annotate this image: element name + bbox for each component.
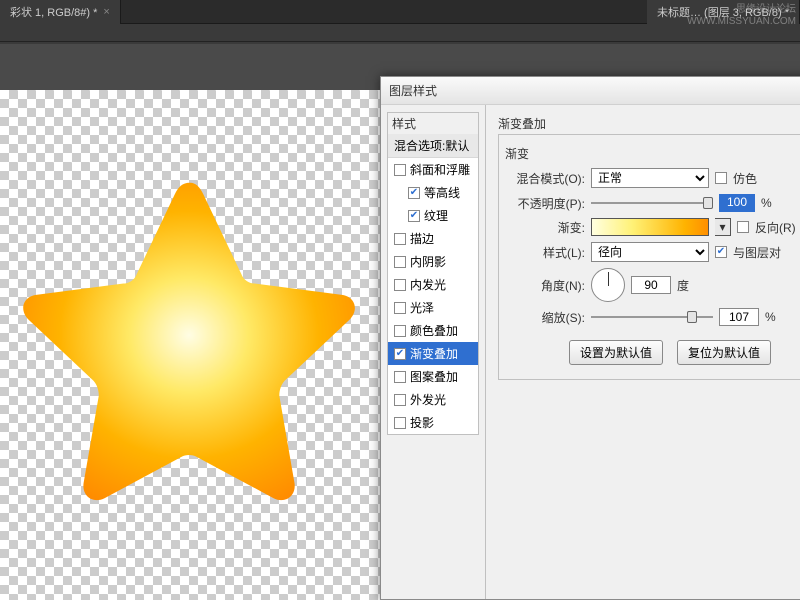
- options-bar: [0, 24, 800, 42]
- transparent-canvas[interactable]: [0, 90, 380, 600]
- checkbox[interactable]: [394, 256, 406, 268]
- style-label: 样式(L):: [507, 244, 585, 261]
- angle-value[interactable]: [631, 276, 671, 294]
- style-item-drop-shadow[interactable]: 投影: [388, 411, 478, 434]
- angle-unit: 度: [677, 277, 689, 294]
- checkbox[interactable]: [394, 394, 406, 406]
- blend-mode-label: 混合模式(O):: [507, 170, 585, 187]
- blending-options-item[interactable]: 混合选项:默认: [388, 134, 478, 158]
- document-tab-bar: 彩状 1, RGB/8#) * × 未标题… (图层 3, RGB/8) *: [0, 0, 800, 24]
- dialog-title: 图层样式: [381, 77, 800, 105]
- checkbox[interactable]: [394, 371, 406, 383]
- opacity-value[interactable]: 100: [719, 194, 755, 212]
- gradient-dropdown-button[interactable]: ▾: [715, 218, 731, 236]
- align-label: 与图层对: [733, 244, 781, 261]
- angle-dial[interactable]: [591, 268, 625, 302]
- dither-checkbox[interactable]: [715, 172, 727, 184]
- document-tab-label: 彩状 1, RGB/8#) *: [10, 4, 97, 20]
- style-item-satin[interactable]: 光泽: [388, 296, 478, 319]
- checkbox[interactable]: [394, 302, 406, 314]
- chevron-down-icon: ▾: [719, 220, 725, 234]
- close-icon[interactable]: ×: [103, 6, 109, 18]
- align-checkbox[interactable]: [715, 246, 727, 258]
- layer-style-dialog: 图层样式 样式 混合选项:默认 斜面和浮雕 等高线 纹理 描边 内阴影 内发光 …: [380, 76, 800, 600]
- gradient-style-select[interactable]: 径向: [591, 242, 709, 262]
- style-list-pane: 样式 混合选项:默认 斜面和浮雕 等高线 纹理 描边 内阴影 内发光 光泽 颜色…: [381, 105, 486, 599]
- checkbox[interactable]: [394, 279, 406, 291]
- checkbox[interactable]: [408, 187, 420, 199]
- pct-label: %: [761, 196, 772, 210]
- style-item-stroke[interactable]: 描边: [388, 227, 478, 250]
- checkbox[interactable]: [394, 164, 406, 176]
- checkbox[interactable]: [394, 233, 406, 245]
- make-default-button[interactable]: 设置为默认值: [569, 340, 663, 365]
- style-item-contour[interactable]: 等高线: [388, 181, 478, 204]
- reset-default-button[interactable]: 复位为默认值: [677, 340, 771, 365]
- blend-mode-select[interactable]: 正常: [591, 168, 709, 188]
- style-item-inner-shadow[interactable]: 内阴影: [388, 250, 478, 273]
- gradient-swatch[interactable]: [591, 218, 709, 236]
- checkbox[interactable]: [394, 325, 406, 337]
- reverse-label: 反向(R): [755, 219, 796, 236]
- group-title: 渐变叠加: [498, 115, 800, 132]
- style-item-gradient-overlay[interactable]: 渐变叠加: [388, 342, 478, 365]
- scale-label: 缩放(S):: [507, 309, 585, 326]
- opacity-slider[interactable]: [591, 196, 713, 210]
- style-list-header: 样式: [387, 112, 479, 134]
- checkbox[interactable]: [408, 210, 420, 222]
- reverse-checkbox[interactable]: [737, 221, 749, 233]
- scale-slider[interactable]: [591, 310, 713, 324]
- style-item-color-overlay[interactable]: 颜色叠加: [388, 319, 478, 342]
- sub-title: 渐变: [505, 145, 800, 162]
- style-item-outer-glow[interactable]: 外发光: [388, 388, 478, 411]
- style-item-texture[interactable]: 纹理: [388, 204, 478, 227]
- gradient-overlay-panel: 渐变叠加 渐变 混合模式(O): 正常 仿色 不透明度(P): 100 %: [486, 105, 800, 599]
- scale-value[interactable]: [719, 308, 759, 326]
- pct-label: %: [765, 310, 776, 324]
- opacity-label: 不透明度(P):: [507, 195, 585, 212]
- gradient-label: 渐变:: [507, 219, 585, 236]
- checkbox[interactable]: [394, 348, 406, 360]
- style-item-inner-glow[interactable]: 内发光: [388, 273, 478, 296]
- dither-label: 仿色: [733, 170, 757, 187]
- star-shape[interactable]: [0, 150, 390, 550]
- watermark: 思缘设计论坛 WWW.MISSYUAN.COM: [687, 4, 796, 28]
- style-item-bevel[interactable]: 斜面和浮雕: [388, 158, 478, 181]
- angle-label: 角度(N):: [507, 277, 585, 294]
- document-tab-left[interactable]: 彩状 1, RGB/8#) * ×: [0, 0, 121, 24]
- style-item-pattern-overlay[interactable]: 图案叠加: [388, 365, 478, 388]
- checkbox[interactable]: [394, 417, 406, 429]
